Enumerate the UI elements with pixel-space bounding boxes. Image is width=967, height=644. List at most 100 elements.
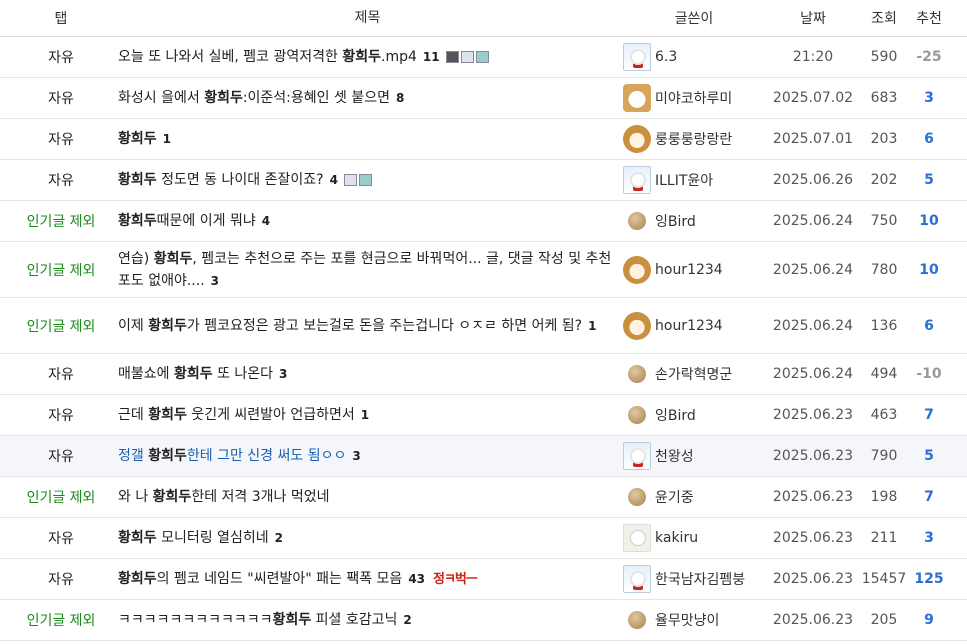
table-row[interactable]: 자유 황희두 모니터링 열심히네 2 kakiru 2025.06.23 211 …: [0, 518, 967, 559]
table-row[interactable]: 자유 황희두 1 룽룽룽랑랑란 2025.07.01 203 6: [0, 119, 967, 160]
title-post[interactable]: 가 펨코요정은 광고 보는걸로 돈을 주는겁니다 ㅇㅈㄹ 하면 어케 됨?: [187, 318, 582, 334]
row-title[interactable]: 이제 황희두가 펨코요정은 광고 보는걸로 돈을 주는겁니다 ㅇㅈㄹ 하면 어케…: [108, 315, 623, 337]
comment-count[interactable]: 1: [163, 132, 171, 146]
table-row[interactable]: 인기글 제외 와 나 황희두한테 저격 3개나 먹었네 윤기중 2025.06.…: [0, 477, 967, 518]
row-tab[interactable]: 인기글 제외: [14, 487, 108, 507]
comment-count[interactable]: 3: [279, 367, 287, 381]
table-row[interactable]: 자유 황희두의 펨코 네임드 "씨련발아" 패는 팩폭 모음 43 정ㅋ벅ㅡ 한국남…: [0, 559, 967, 600]
title-post[interactable]: 모니터링 열심히네: [157, 530, 269, 546]
author-name[interactable]: 율무맛냥이: [655, 610, 719, 630]
title-keyword[interactable]: 황희두: [174, 366, 213, 382]
title-keyword[interactable]: 황희두: [148, 448, 187, 464]
row-title[interactable]: 와 나 황희두한테 저격 3개나 먹었네: [108, 486, 623, 508]
title-keyword[interactable]: 황희두: [118, 530, 157, 546]
table-row[interactable]: 자유 화성시 을에서 황희두:이준석:용혜인 셋 붙으면 8 미야코하루미 202…: [0, 78, 967, 119]
author-name[interactable]: 손가락혁명군: [655, 364, 732, 384]
title-post[interactable]: , 펨코는 추천으로 주는 포를 현금으로 바꿔먹어... 글, 댓글 작성 및…: [118, 251, 611, 289]
row-author[interactable]: 6.3: [623, 43, 765, 71]
title-pre[interactable]: 오늘 또 나와서 실베, 펨코 광역저격한: [118, 49, 342, 65]
author-name[interactable]: hour1234: [655, 318, 723, 334]
author-name[interactable]: 잉Bird: [655, 405, 696, 425]
row-author[interactable]: 윤기중: [623, 487, 765, 507]
table-row[interactable]: 자유 오늘 또 나와서 실베, 펨코 광역저격한 황희두.mp4 11 6.3 2…: [0, 37, 967, 78]
title-post[interactable]: 한테 그만 신경 써도 됨ㅇㅇ: [187, 448, 346, 464]
row-title[interactable]: 황희두 1: [108, 128, 623, 150]
comment-count[interactable]: 3: [352, 449, 360, 463]
title-pre[interactable]: 와 나: [118, 489, 153, 505]
title-keyword[interactable]: 황희두: [148, 318, 187, 334]
header-recommend[interactable]: 추천: [907, 8, 951, 28]
row-author[interactable]: kakiru: [623, 524, 765, 552]
table-row[interactable]: 자유 매불쇼에 황희두 또 나온다 3 손가락혁명군 2025.06.24 494…: [0, 354, 967, 395]
row-title[interactable]: 연습) 황희두, 펨코는 추천으로 주는 포를 현금으로 바꿔먹어... 글, …: [108, 248, 623, 292]
row-title[interactable]: 오늘 또 나와서 실베, 펨코 광역저격한 황희두.mp4 11: [108, 46, 623, 68]
comment-count[interactable]: 3: [211, 274, 219, 288]
header-tab[interactable]: 탭: [14, 8, 108, 28]
row-tab[interactable]: 자유: [14, 129, 108, 149]
row-tab[interactable]: 자유: [14, 405, 108, 425]
title-post[interactable]: 한테 저격 3개나 먹었네: [191, 489, 329, 505]
row-title[interactable]: 황희두 모니터링 열심히네 2: [108, 527, 623, 549]
row-tab[interactable]: 자유: [14, 170, 108, 190]
table-row[interactable]: 인기글 제외 연습) 황희두, 펨코는 추천으로 주는 포를 현금으로 바꿔먹어…: [0, 242, 967, 298]
row-title[interactable]: 정갤 황희두한테 그만 신경 써도 됨ㅇㅇ 3: [108, 445, 623, 467]
title-keyword[interactable]: 황희두: [153, 489, 192, 505]
row-author[interactable]: 율무맛냥이: [623, 610, 765, 630]
row-tab[interactable]: 자유: [14, 528, 108, 548]
title-post[interactable]: 또 나온다: [213, 366, 273, 382]
title-keyword[interactable]: 황희두: [204, 90, 243, 106]
title-keyword[interactable]: 황희두: [273, 612, 312, 628]
author-name[interactable]: 한국남자김펨붕: [655, 569, 745, 589]
table-row[interactable]: 인기글 제외 ㅋㅋㅋㅋㅋㅋㅋㅋㅋㅋㅋㅋ황희두 피셜 호감고닉 2 율무맛냥이 20…: [0, 600, 967, 641]
title-post[interactable]: .mp4: [381, 49, 417, 65]
row-title[interactable]: 근데 황희두 웃긴게 씨련발아 언급하면서 1: [108, 404, 623, 426]
title-post[interactable]: 웃긴게 씨련발아 언급하면서: [187, 407, 354, 423]
header-views[interactable]: 조회: [861, 8, 907, 28]
title-post[interactable]: 의 펨코 네임드 "씨련발아" 패는 팩폭 모음: [157, 571, 403, 587]
header-title[interactable]: 제목: [108, 7, 623, 29]
title-keyword[interactable]: 황희두: [154, 251, 193, 267]
author-name[interactable]: kakiru: [655, 530, 698, 546]
title-pre[interactable]: ㅋㅋㅋㅋㅋㅋㅋㅋㅋㅋㅋㅋ: [118, 612, 273, 628]
comment-count[interactable]: 8: [396, 91, 404, 105]
row-tab[interactable]: 자유: [14, 446, 108, 466]
row-title[interactable]: 매불쇼에 황희두 또 나온다 3: [108, 363, 623, 385]
row-title[interactable]: ㅋㅋㅋㅋㅋㅋㅋㅋㅋㅋㅋㅋ황희두 피셜 호감고닉 2: [108, 609, 623, 631]
row-tab[interactable]: 인기글 제외: [14, 316, 108, 336]
comment-count[interactable]: 1: [361, 408, 369, 422]
title-keyword[interactable]: 황희두: [118, 131, 157, 147]
comment-count[interactable]: 43: [408, 572, 425, 586]
title-post[interactable]: 때문에 이게 뭐냐: [157, 213, 256, 229]
row-author[interactable]: 손가락혁명군: [623, 364, 765, 384]
title-post[interactable]: 피셜 호감고닉: [311, 612, 398, 628]
row-author[interactable]: 천왕성: [623, 442, 765, 470]
title-pre[interactable]: 매불쇼에: [118, 366, 174, 382]
table-row[interactable]: 인기글 제외 이제 황희두가 펨코요정은 광고 보는걸로 돈을 주는겁니다 ㅇㅈ…: [0, 298, 967, 354]
row-author[interactable]: 룽룽룽랑랑란: [623, 125, 765, 153]
table-row[interactable]: 인기글 제외 황희두때문에 이게 뭐냐 4 잉Bird 2025.06.24 75…: [0, 201, 967, 242]
row-title[interactable]: 화성시 을에서 황희두:이준석:용혜인 셋 붙으면 8: [108, 87, 623, 109]
title-pre[interactable]: 화성시 을에서: [118, 90, 204, 106]
table-row[interactable]: 자유 근데 황희두 웃긴게 씨련발아 언급하면서 1 잉Bird 2025.06.…: [0, 395, 967, 436]
row-tab[interactable]: 인기글 제외: [14, 211, 108, 231]
row-author[interactable]: 한국남자김펨붕: [623, 565, 765, 593]
comment-count[interactable]: 1: [588, 319, 596, 333]
author-name[interactable]: 잉Bird: [655, 211, 696, 231]
title-post[interactable]: :이준석:용혜인 셋 붙으면: [243, 90, 390, 106]
title-keyword[interactable]: 황희두: [148, 407, 187, 423]
comment-count[interactable]: 4: [330, 173, 338, 187]
row-tab[interactable]: 인기글 제외: [14, 260, 108, 280]
row-tab[interactable]: 자유: [14, 47, 108, 67]
row-tab[interactable]: 자유: [14, 569, 108, 589]
row-author[interactable]: 미야코하루미: [623, 84, 765, 112]
title-post[interactable]: 정도면 동 나이대 존잘이죠?: [157, 172, 323, 188]
author-name[interactable]: 미야코하루미: [655, 88, 732, 108]
header-date[interactable]: 날짜: [765, 8, 861, 28]
row-tab[interactable]: 자유: [14, 364, 108, 384]
title-keyword[interactable]: 황희두: [342, 49, 381, 65]
title-keyword[interactable]: 황희두: [118, 213, 157, 229]
row-author[interactable]: hour1234: [623, 311, 765, 340]
row-author[interactable]: hour1234: [623, 255, 765, 284]
title-keyword[interactable]: 황희두: [118, 172, 157, 188]
row-author[interactable]: 잉Bird: [623, 405, 765, 425]
